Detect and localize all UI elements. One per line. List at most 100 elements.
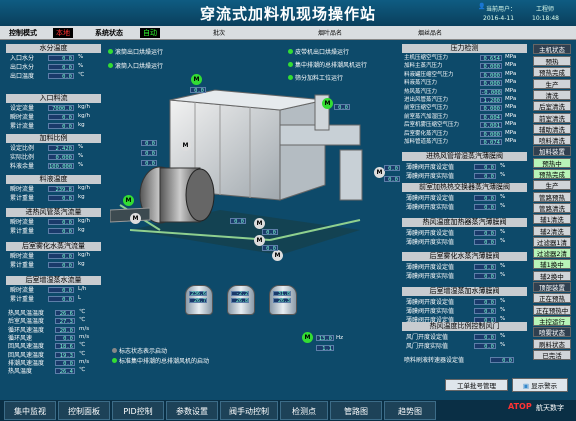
- label-valve: 薄膜阀开度设定值: [406, 230, 455, 237]
- legend-top-1: 滚筒出口烘燥运行: [108, 47, 163, 56]
- batch-management-button[interactable]: 工单批号管理: [445, 379, 508, 391]
- motor-indicator-icon[interactable]: M: [254, 218, 265, 229]
- nav-tab[interactable]: 管路图: [330, 401, 382, 420]
- sidebar-item[interactable]: 正在预热: [533, 293, 571, 304]
- sidebar-item[interactable]: 辅助清洗: [533, 123, 571, 134]
- motor-indicator-icon[interactable]: M: [123, 195, 134, 206]
- value-flow: 7000.0: [48, 105, 74, 112]
- unit-feedtemp: kg/h: [78, 185, 91, 191]
- label-flow: 瞬时流量: [10, 114, 35, 121]
- unit-feedtemp: kg: [78, 194, 85, 200]
- nav-tab[interactable]: 阀手动控制: [220, 401, 278, 420]
- liquid-tank[interactable]: 31.8 26.3: [269, 285, 297, 321]
- label-pressure: 加料主蒸汽压力: [404, 63, 443, 70]
- label-inlet: 累计重量: [10, 228, 35, 235]
- nav-tab[interactable]: 集中监视: [4, 401, 56, 420]
- sidebar-item[interactable]: 生产: [533, 78, 571, 89]
- legend-top-3: 皮带机出口烘燥运行: [288, 47, 349, 56]
- alarm-icon: ▣: [522, 382, 530, 390]
- sidebar-item[interactable]: 辅2清洗: [533, 225, 571, 236]
- label-hot-air: 风门开度设定值: [406, 334, 449, 341]
- panel-title-flow: 入口料流: [6, 94, 101, 103]
- sidebar-item[interactable]: 预热完成: [533, 67, 571, 78]
- value-feedtemp: 239.8: [48, 186, 74, 193]
- motor-indicator-icon[interactable]: M: [180, 140, 191, 151]
- sidebar-item[interactable]: 过滤器2清: [533, 248, 571, 259]
- value-pressure: 0.001: [480, 122, 502, 129]
- value-hot-air: 0.0: [474, 334, 496, 341]
- liquid-tank[interactable]: 236.6 26.7: [185, 285, 213, 321]
- value-pressure: 0.000: [480, 105, 502, 112]
- label-misc: 循环风速: [8, 334, 33, 342]
- status-dot-icon: [112, 348, 117, 353]
- unit-valve: %: [500, 238, 506, 244]
- sidebar-item[interactable]: 喷料清洗: [533, 135, 571, 146]
- panel-title-valve: 后室增湿蒸加水薄膜阀: [402, 287, 527, 296]
- sidebar-item[interactable]: 辅1清洗: [533, 214, 571, 225]
- sidebar-item[interactable]: 管路预热: [533, 191, 571, 202]
- sidebar-item[interactable]: 刷料状态: [533, 338, 571, 349]
- sidebar-item[interactable]: 预热中: [533, 157, 571, 168]
- sidebar-item[interactable]: 过滤器1清: [533, 236, 571, 247]
- sidebar-item[interactable]: 辅1换中: [533, 259, 571, 270]
- sidebar-title: 主机状态: [533, 44, 571, 54]
- value-pressure: 0.004: [480, 113, 502, 121]
- label-flow: 累计流量: [10, 123, 35, 130]
- label-feedtemp: 瞬时流量: [10, 186, 35, 193]
- panel-title-water: 水分温度: [6, 44, 101, 53]
- sidebar-item[interactable]: 清洗: [533, 89, 571, 100]
- unit-addwater: L/h: [78, 286, 87, 292]
- sidebar-item[interactable]: 前室清洗: [533, 112, 571, 123]
- sidebar-item[interactable]: 已完活: [533, 349, 571, 360]
- alarm-button[interactable]: ▣ 显示警示: [512, 378, 568, 392]
- unit-pressure: MPa: [505, 87, 517, 94]
- sidebar-item[interactable]: 生产: [533, 180, 571, 191]
- motor-indicator-icon[interactable]: M: [130, 213, 141, 224]
- value-misc: 0.0: [55, 334, 75, 342]
- sidebar-item[interactable]: 后室清洗: [533, 101, 571, 112]
- valve-value-f: 0.0: [262, 229, 278, 236]
- value-spray: 0.0: [48, 253, 74, 260]
- liquid-tank[interactable]: -2.2 26.8: [227, 285, 255, 321]
- nav-tab[interactable]: 趋势图: [384, 401, 436, 420]
- value-water: 0.0: [48, 64, 74, 71]
- unit-pressure: MPa: [505, 79, 517, 86]
- unit-valve: %: [500, 263, 506, 269]
- nav-tab[interactable]: 控制面板: [58, 401, 110, 420]
- valve-value-b: 0.0: [141, 150, 157, 157]
- unit-inlet: kg/h: [78, 218, 91, 224]
- sidebar-item[interactable]: 主控运行: [533, 315, 571, 326]
- panel-title-spray: 后室雾化水蒸汽流量: [6, 242, 101, 251]
- tank-value-2: 26.3: [273, 298, 291, 304]
- status-dot-icon: [288, 62, 293, 67]
- nav-tab[interactable]: 检测点: [280, 401, 328, 420]
- motor-indicator-icon[interactable]: M: [191, 74, 202, 85]
- value-flow: 0.0: [48, 123, 74, 130]
- value-pressure: 0.000: [480, 130, 502, 138]
- status-dot-icon: [108, 63, 113, 68]
- panel-title-addwater: 后室增湿蒸水流量: [6, 276, 101, 285]
- sidebar-item[interactable]: 管路清洗: [533, 202, 571, 213]
- label-pressure: 前室压缩空气压力: [404, 105, 449, 112]
- unit-water: %: [78, 54, 84, 60]
- unit-flow: kg/h: [78, 113, 91, 119]
- nav-tab[interactable]: 参数设置: [166, 401, 218, 420]
- value-pressure: 0.074: [480, 139, 502, 146]
- value-misc: 0.0: [55, 359, 75, 367]
- sidebar-item: 加料装置: [533, 146, 571, 157]
- sidebar-item[interactable]: 辅2换中: [533, 270, 571, 281]
- sidebar-item[interactable]: 正在预热中: [533, 304, 571, 315]
- value-valve: 0.0: [474, 173, 496, 180]
- sidebar-item[interactable]: 预热: [533, 56, 571, 66]
- label-misc: 热风风温温度: [8, 310, 45, 317]
- motor-indicator-icon[interactable]: M: [322, 98, 333, 109]
- label-pressure: 进出风管蒸汽压力: [404, 97, 449, 103]
- alarm-button-label: 显示警示: [531, 382, 558, 390]
- unit-ratio: %: [78, 153, 84, 159]
- motor-indicator-icon[interactable]: M: [302, 332, 313, 343]
- nav-tab[interactable]: PID控制: [112, 401, 164, 420]
- unit-spray: kg/h: [78, 252, 91, 258]
- unit-valve: %: [500, 307, 506, 313]
- brand-name: 航天数字: [536, 404, 564, 412]
- sidebar-item[interactable]: 预热完成: [533, 169, 571, 179]
